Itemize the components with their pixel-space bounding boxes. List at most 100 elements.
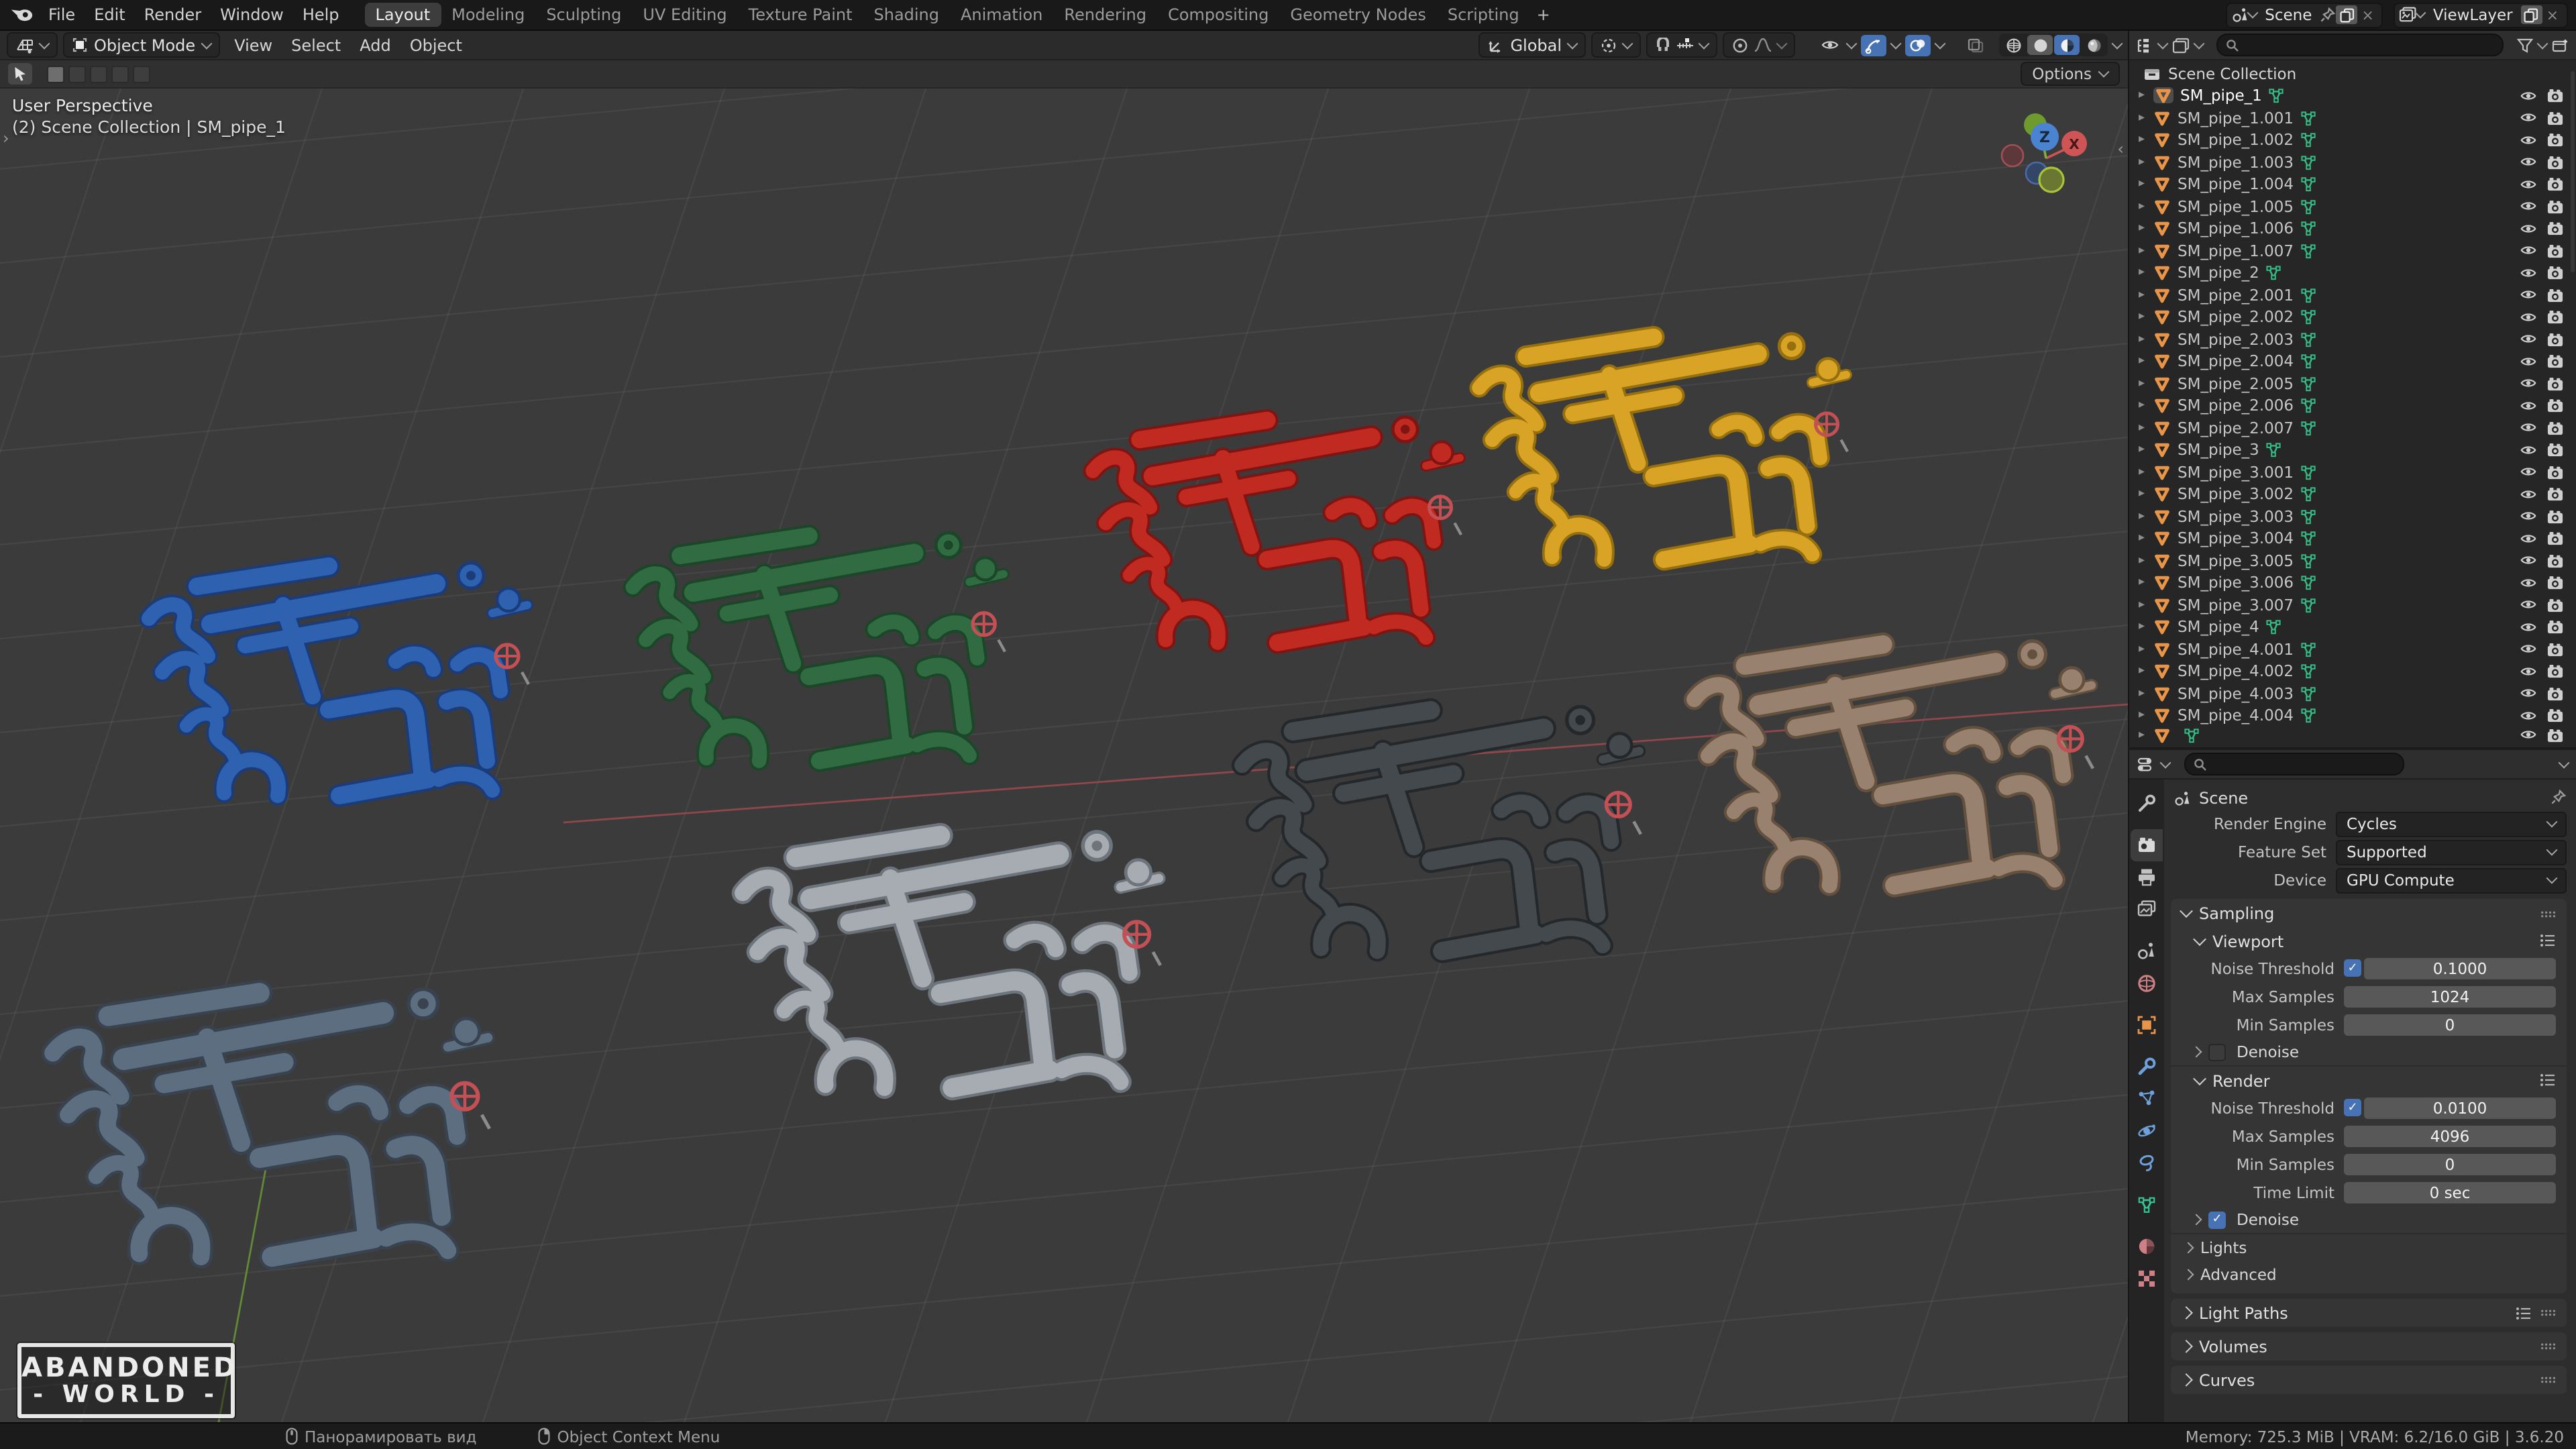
outliner-row[interactable]: ▸ SM_pipe_3.007 bbox=[2129, 594, 2576, 616]
object-name-label[interactable]: SM_pipe_2.006 bbox=[2178, 396, 2294, 415]
outliner-row[interactable]: ▸ SM_pipe_2.002 bbox=[2129, 306, 2576, 328]
disclosure-arrow-icon[interactable]: ▸ bbox=[2139, 266, 2153, 280]
eye-icon[interactable] bbox=[2520, 727, 2537, 742]
pipes-dark[interactable] bbox=[1231, 698, 1646, 963]
panel-light-paths[interactable]: Light Paths bbox=[2171, 1299, 2567, 1327]
select-mode-invert-icon[interactable] bbox=[111, 65, 129, 83]
properties-tab-particles[interactable] bbox=[2131, 1083, 2163, 1115]
field-dropdown[interactable]: Cycles bbox=[2336, 811, 2567, 837]
camera-render-icon[interactable] bbox=[2546, 708, 2564, 724]
value-slider[interactable]: 1024 bbox=[2344, 985, 2556, 1007]
eye-icon[interactable] bbox=[2520, 465, 2537, 480]
outliner-row[interactable]: ▸ SM_pipe_4.002 bbox=[2129, 660, 2576, 682]
camera-render-icon[interactable] bbox=[2546, 464, 2564, 480]
visibility-eye-icon[interactable] bbox=[1817, 34, 1842, 56]
snapping-controls[interactable] bbox=[1646, 32, 1717, 58]
eye-icon[interactable] bbox=[2520, 221, 2537, 236]
object-name-label[interactable]: SM_pipe_3.003 bbox=[2178, 507, 2294, 526]
object-name-label[interactable]: SM_pipe_2.001 bbox=[2178, 286, 2294, 305]
eye-icon[interactable] bbox=[2520, 266, 2537, 280]
disclosure-arrow-icon[interactable]: ▸ bbox=[2139, 554, 2153, 568]
eye-icon[interactable] bbox=[2520, 398, 2537, 413]
outliner-row[interactable]: ▸ SM_pipe_3.001 bbox=[2129, 461, 2576, 483]
camera-render-icon[interactable] bbox=[2546, 110, 2564, 126]
disclosure-arrow-icon[interactable]: ▸ bbox=[2139, 288, 2153, 302]
properties-tab-object[interactable] bbox=[2131, 1009, 2163, 1041]
camera-render-icon[interactable] bbox=[2546, 508, 2564, 525]
xray-toggle-icon[interactable] bbox=[1963, 34, 1988, 56]
disclosure-arrow-icon[interactable]: ▸ bbox=[2139, 598, 2153, 612]
disclosure-arrow-icon[interactable]: ▸ bbox=[2139, 643, 2153, 656]
pipes-steel[interactable] bbox=[41, 979, 495, 1270]
eye-icon[interactable] bbox=[2520, 310, 2537, 325]
workspace-tab-scripting[interactable]: Scripting bbox=[1437, 3, 1530, 27]
object-name-label[interactable]: SM_pipe_4.003 bbox=[2178, 684, 2294, 703]
shading-material-icon[interactable] bbox=[2054, 35, 2080, 55]
duplicate-icon[interactable] bbox=[2336, 5, 2358, 24]
menu-help[interactable]: Help bbox=[293, 4, 349, 25]
eye-icon[interactable] bbox=[2520, 509, 2537, 524]
display-mode-icon[interactable] bbox=[2172, 37, 2190, 53]
advanced-subpanel[interactable]: Advanced bbox=[2171, 1261, 2567, 1287]
sampling-header[interactable]: Sampling bbox=[2171, 899, 2567, 927]
select-mode-extend-icon[interactable] bbox=[68, 65, 86, 83]
viewlayer-selector[interactable]: ViewLayer × bbox=[2394, 2, 2568, 28]
viewlayer-name[interactable]: ViewLayer bbox=[2425, 5, 2521, 24]
camera-render-icon[interactable] bbox=[2546, 553, 2564, 569]
disclosure-arrow-icon[interactable]: ▸ bbox=[2139, 333, 2153, 346]
properties-tab-material[interactable] bbox=[2131, 1230, 2163, 1263]
object-name-label[interactable]: SM_pipe_3.004 bbox=[2178, 529, 2294, 548]
object-name-label[interactable]: SM_pipe_3.007 bbox=[2178, 596, 2294, 614]
camera-render-icon[interactable] bbox=[2546, 398, 2564, 414]
viewport-menu-select[interactable]: Select bbox=[282, 36, 350, 54]
camera-render-icon[interactable] bbox=[2546, 265, 2564, 281]
outliner-row[interactable]: ▸ SM_pipe_1.007 bbox=[2129, 239, 2576, 262]
gizmos-toggle-icon[interactable] bbox=[1861, 34, 1886, 56]
grid-handle-icon[interactable] bbox=[2540, 1308, 2556, 1318]
select-mode-subtract-icon[interactable] bbox=[90, 65, 107, 83]
transform-orientation[interactable]: Global bbox=[1478, 32, 1586, 58]
object-name-label[interactable]: SM_pipe_1.004 bbox=[2178, 175, 2294, 194]
camera-render-icon[interactable] bbox=[2546, 663, 2564, 680]
value-slider[interactable]: 4096 bbox=[2344, 1125, 2556, 1146]
shading-rendered-icon[interactable] bbox=[2081, 35, 2106, 55]
value-slider[interactable]: 0.1000 bbox=[2364, 957, 2556, 979]
outliner-row[interactable]: ▸ SM_pipe_3.006 bbox=[2129, 572, 2576, 594]
object-name-label[interactable]: SM_pipe_4.002 bbox=[2178, 662, 2294, 681]
camera-render-icon[interactable] bbox=[2546, 132, 2564, 148]
value-slider[interactable]: 0.0100 bbox=[2364, 1097, 2556, 1118]
outliner-row[interactable]: ▸ SM_pipe_4.001 bbox=[2129, 638, 2576, 660]
sampling-viewport-header[interactable]: Viewport bbox=[2171, 927, 2567, 955]
viewport-canvas[interactable]: User Perspective (2) Scene Collection | … bbox=[0, 89, 2128, 1422]
menu-render[interactable]: Render bbox=[135, 4, 211, 25]
eye-icon[interactable] bbox=[2520, 288, 2537, 303]
eye-icon[interactable] bbox=[2520, 664, 2537, 679]
menu-file[interactable]: File bbox=[39, 4, 85, 25]
chevron-down-icon[interactable] bbox=[2558, 756, 2570, 768]
select-mode-intersect-icon[interactable] bbox=[133, 65, 150, 83]
properties-editor-icon[interactable] bbox=[2137, 756, 2155, 772]
viewport-menu-add[interactable]: Add bbox=[350, 36, 400, 54]
checkbox-unchecked[interactable] bbox=[2208, 1043, 2226, 1061]
camera-render-icon[interactable] bbox=[2546, 154, 2564, 170]
checkbox-checked[interactable]: ✓ bbox=[2208, 1211, 2226, 1228]
object-name-label[interactable]: SM_pipe_2.005 bbox=[2178, 374, 2294, 393]
overlays-toggle-icon[interactable] bbox=[1905, 34, 1931, 56]
properties-tab-physics[interactable] bbox=[2131, 1115, 2163, 1147]
object-name-label[interactable]: SM_pipe_4.004 bbox=[2178, 706, 2294, 725]
disclosure-arrow-icon[interactable]: ▸ bbox=[2139, 576, 2153, 590]
disclosure-arrow-icon[interactable]: ▸ bbox=[2139, 443, 2153, 457]
field-dropdown[interactable]: Supported bbox=[2336, 839, 2567, 865]
navigation-gizmo[interactable]: Z X bbox=[1996, 102, 2098, 204]
viewport-menu-object[interactable]: Object bbox=[400, 36, 472, 54]
properties-tab-view-layer[interactable] bbox=[2131, 894, 2163, 926]
chevron-down-icon[interactable] bbox=[2193, 37, 2205, 49]
select-mode-set-icon[interactable] bbox=[47, 65, 64, 83]
disclosure-arrow-icon[interactable]: ▸ bbox=[2139, 111, 2153, 125]
pipes-green[interactable] bbox=[623, 525, 1010, 772]
camera-render-icon[interactable] bbox=[2546, 531, 2564, 547]
duplicate-icon[interactable] bbox=[2520, 5, 2542, 24]
properties-tab-data[interactable] bbox=[2131, 1189, 2163, 1221]
preset-list-icon[interactable] bbox=[2516, 1306, 2532, 1320]
eye-icon[interactable] bbox=[2520, 177, 2537, 192]
